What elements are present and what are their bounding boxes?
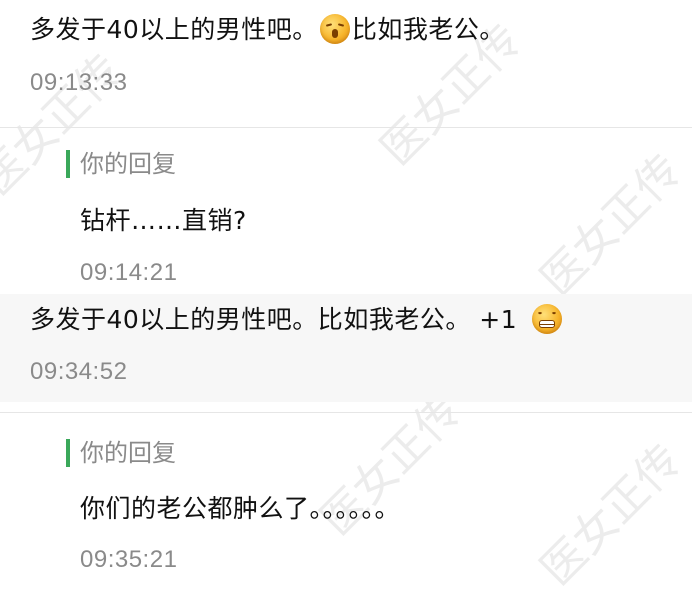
- watermark: 医女正传: [530, 434, 692, 596]
- watermark: 医女正传: [530, 144, 692, 306]
- divider: [0, 412, 692, 413]
- comment-text-part: 多发于40以上的男性吧。: [30, 15, 318, 44]
- reply-indicator-bar: [66, 439, 70, 467]
- reply-timestamp: 09:14:21: [80, 259, 178, 286]
- reply-text: 你们的老公都肿么了。。。。。。: [80, 494, 401, 523]
- reply-label: 你的回复: [80, 150, 176, 178]
- grimace-emoji-icon: [531, 304, 562, 334]
- reply-text: 钻杆……直销?: [80, 206, 247, 235]
- pensive-emoji-icon: [319, 14, 350, 44]
- reply-indicator-bar: [66, 150, 70, 178]
- reply-timestamp: 09:35:21: [80, 546, 178, 573]
- comment-text: 多发于40以上的男性吧。 比如我老公。: [30, 13, 505, 47]
- reply-label: 你的回复: [80, 439, 176, 467]
- comment-text: 多发于40以上的男性吧。比如我老公。 +1: [30, 303, 562, 337]
- comment-timestamp: 09:13:33: [30, 69, 128, 96]
- watermark: 医女正传: [0, 44, 132, 206]
- comment-timestamp: 09:34:52: [30, 358, 128, 385]
- comment-text-part: 多发于40以上的男性吧。比如我老公。 +1: [30, 305, 518, 334]
- comment-text-part: 比如我老公。: [351, 15, 505, 44]
- divider: [0, 127, 692, 128]
